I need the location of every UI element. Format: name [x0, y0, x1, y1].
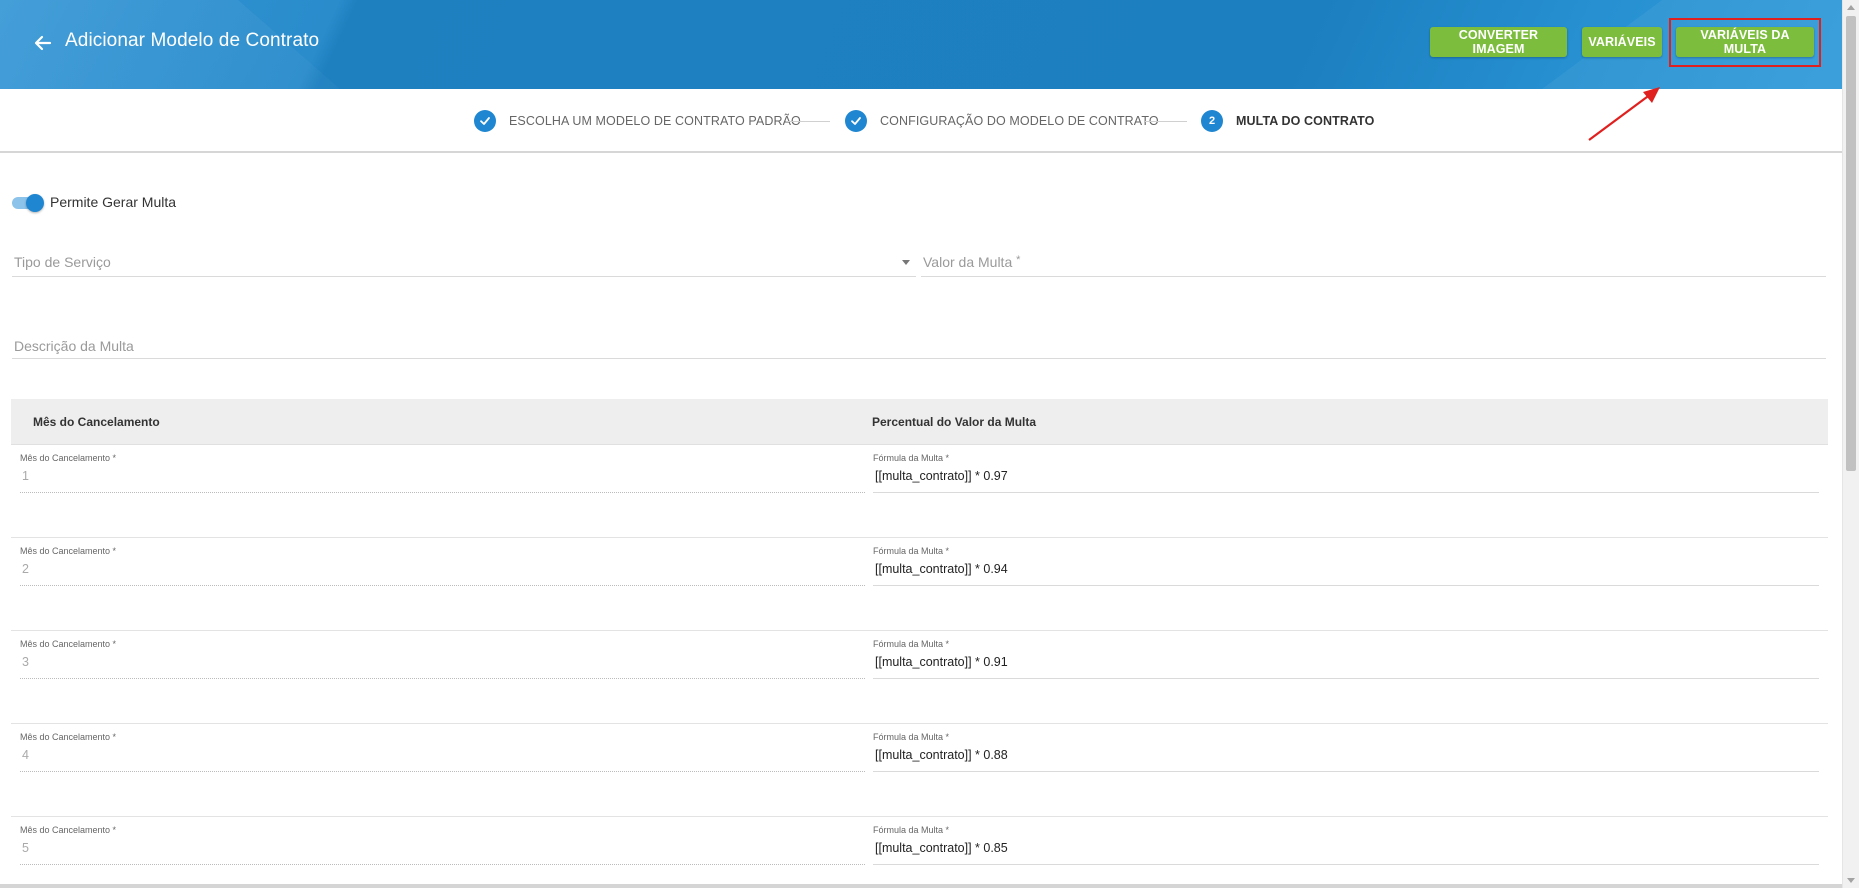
red-arrow-annotation: [1588, 87, 1660, 141]
penalty-formula-value: [[multa_contrato]] * 0.97: [875, 469, 1008, 483]
step-number-circle: 2: [1201, 110, 1223, 132]
penalty-formula-field[interactable]: Fórmula da Multa * [[multa_contrato]] * …: [873, 732, 1819, 772]
penalty-formula-field[interactable]: Fórmula da Multa * [[multa_contrato]] * …: [873, 546, 1819, 586]
step-check-circle: [845, 110, 867, 132]
step-contract-penalty[interactable]: 2 MULTA DO CONTRATO: [1201, 110, 1375, 132]
variables-button[interactable]: VARIÁVEIS: [1582, 27, 1662, 57]
back-button[interactable]: [28, 28, 58, 58]
penalty-formula-field[interactable]: Fórmula da Multa * [[multa_contrato]] * …: [873, 639, 1819, 679]
step-check-circle: [474, 110, 496, 132]
cancel-month-label: Mês do Cancelamento *: [20, 825, 117, 835]
cancel-month-label: Mês do Cancelamento *: [20, 453, 117, 463]
chevron-down-icon: [902, 260, 910, 265]
header-percent: Percentual do Valor da Multa: [872, 415, 1037, 429]
penalty-description-input[interactable]: Descrição da Multa: [12, 334, 1826, 359]
allow-penalty-toggle[interactable]: [12, 194, 44, 212]
cancel-month-field[interactable]: Mês do Cancelamento * 2: [20, 546, 865, 586]
service-type-select[interactable]: Tipo de Serviço: [12, 250, 916, 277]
penalty-formula-field[interactable]: Fórmula da Multa * [[multa_contrato]] * …: [873, 453, 1819, 493]
scroll-down-arrow-icon[interactable]: [1847, 878, 1855, 883]
cancel-month-label: Mês do Cancelamento *: [20, 546, 117, 556]
highlight-annotation-box: [1669, 18, 1821, 67]
penalty-formula-label: Fórmula da Multa *: [873, 639, 950, 649]
convert-image-button[interactable]: CONVERTER IMAGEM: [1430, 27, 1567, 57]
step-choose-template[interactable]: ESCOLHA UM MODELO DE CONTRATO PADRÃO: [474, 110, 801, 132]
cancel-month-value: 4: [22, 748, 29, 762]
step-label: CONFIGURAÇÃO DO MODELO DE CONTRATO: [880, 114, 1159, 128]
penalty-formula-value: [[multa_contrato]] * 0.85: [875, 841, 1008, 855]
penalty-formula-value: [[multa_contrato]] * 0.88: [875, 748, 1008, 762]
page-title: Adicionar Modelo de Contrato: [65, 30, 320, 51]
arrow-left-icon: [34, 35, 52, 51]
app-header: Adicionar Modelo de Contrato CONVERTER I…: [0, 0, 1842, 89]
cancel-month-label: Mês do Cancelamento *: [20, 639, 117, 649]
page: Adicionar Modelo de Contrato CONVERTER I…: [0, 0, 1859, 888]
penalty-formula-value: [[multa_contrato]] * 0.94: [875, 562, 1008, 576]
step-template-config[interactable]: CONFIGURAÇÃO DO MODELO DE CONTRATO: [845, 110, 1159, 132]
cancel-month-field[interactable]: Mês do Cancelamento * 3: [20, 639, 865, 679]
check-icon: [851, 117, 861, 125]
allow-penalty-label: Permite Gerar Multa: [50, 194, 177, 210]
required-asterisk: *: [1016, 254, 1021, 266]
table-row: Mês do Cancelamento * 1 Fórmula da Multa…: [11, 445, 1828, 538]
toggle-thumb: [26, 194, 44, 212]
stepper: ESCOLHA UM MODELO DE CONTRATO PADRÃO CON…: [0, 89, 1842, 153]
header-month: Mês do Cancelamento: [33, 415, 160, 429]
cancel-month-value: 3: [22, 655, 29, 669]
table-row: Mês do Cancelamento * 5 Fórmula da Multa…: [11, 817, 1828, 884]
step-connector: [1145, 121, 1187, 122]
penalty-formula-field[interactable]: Fórmula da Multa * [[multa_contrato]] * …: [873, 825, 1819, 865]
table-row: Mês do Cancelamento * 4 Fórmula da Multa…: [11, 724, 1828, 817]
cancel-month-field[interactable]: Mês do Cancelamento * 1: [20, 453, 865, 493]
penalty-value-placeholder: Valor da Multa: [923, 254, 1013, 270]
cancel-month-value: 1: [22, 469, 29, 483]
step-connector: [786, 121, 830, 122]
penalty-formula-label: Fórmula da Multa *: [873, 825, 950, 835]
cancel-month-label: Mês do Cancelamento *: [20, 732, 117, 742]
table-row: Mês do Cancelamento * 3 Fórmula da Multa…: [11, 631, 1828, 724]
cancel-month-value: 5: [22, 841, 29, 855]
penalty-formula-label: Fórmula da Multa *: [873, 546, 950, 556]
window-bottom-edge: [0, 884, 1842, 888]
penalty-formula-label: Fórmula da Multa *: [873, 453, 950, 463]
step-label: MULTA DO CONTRATO: [1236, 114, 1375, 128]
scroll-up-arrow-icon[interactable]: [1847, 5, 1855, 10]
penalty-table-header: Mês do Cancelamento Percentual do Valor …: [11, 399, 1828, 445]
step-label: ESCOLHA UM MODELO DE CONTRATO PADRÃO: [509, 114, 801, 128]
penalty-value-input[interactable]: Valor da Multa *: [921, 250, 1826, 277]
penalty-description-placeholder: Descrição da Multa: [14, 338, 134, 354]
scrollbar-thumb[interactable]: [1846, 16, 1856, 471]
cancel-month-value: 2: [22, 562, 29, 576]
penalty-formula-value: [[multa_contrato]] * 0.91: [875, 655, 1008, 669]
service-type-placeholder: Tipo de Serviço: [14, 254, 111, 270]
table-row: Mês do Cancelamento * 2 Fórmula da Multa…: [11, 538, 1828, 631]
vertical-scrollbar[interactable]: [1842, 0, 1859, 888]
cancel-month-field[interactable]: Mês do Cancelamento * 4: [20, 732, 865, 772]
check-icon: [480, 117, 490, 125]
penalty-formula-label: Fórmula da Multa *: [873, 732, 950, 742]
cancel-month-field[interactable]: Mês do Cancelamento * 5: [20, 825, 865, 865]
